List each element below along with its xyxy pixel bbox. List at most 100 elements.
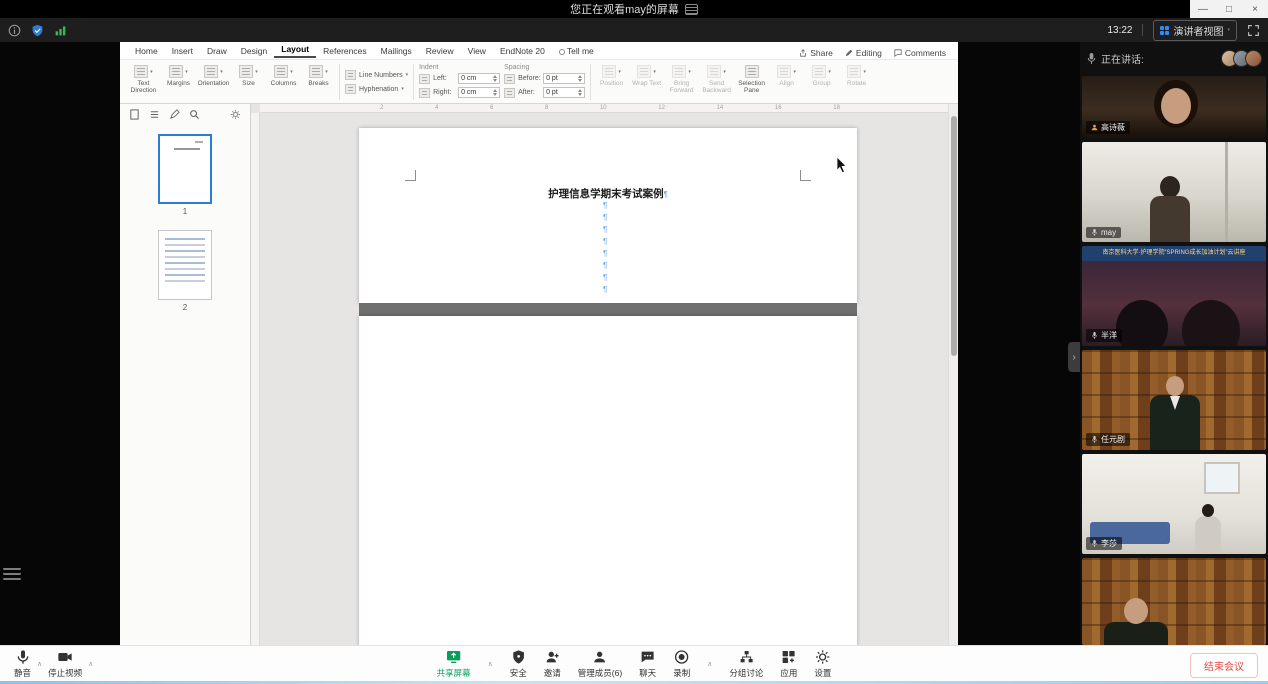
mic-icon (1091, 539, 1098, 548)
tab-view[interactable]: View (461, 44, 493, 58)
page-thumbnail-2[interactable] (158, 230, 212, 300)
share-action[interactable]: Share (799, 48, 833, 58)
rotate-button[interactable]: ▾ Rotate (839, 62, 874, 87)
breaks-icon (309, 65, 323, 78)
invite-button[interactable]: 邀请 (542, 649, 563, 679)
tab-home[interactable]: Home (128, 44, 165, 58)
spacing-after-input[interactable]: 0 pt (543, 87, 585, 98)
network-signal-icon[interactable] (54, 24, 67, 37)
video-tile[interactable]: may (1082, 142, 1266, 242)
line-numbers-button[interactable]: Line Numbers▾ (345, 70, 408, 80)
breaks-button[interactable]: ▾ Breaks (301, 62, 336, 87)
scrollbar-thumb[interactable] (951, 116, 957, 356)
stop-video-button[interactable]: 停止视频 (46, 649, 84, 679)
page-thumbnail-1[interactable] (158, 134, 212, 204)
tab-mailings[interactable]: Mailings (374, 44, 419, 58)
margins-button[interactable]: ▾ Margins (161, 62, 196, 87)
columns-button[interactable]: ▾ Columns (266, 62, 301, 87)
thumb-title-line (174, 148, 200, 150)
text-direction-button[interactable]: ▾ Text Direction (126, 62, 161, 94)
video-options-caret[interactable]: ∧ (88, 660, 93, 668)
record-button[interactable]: 录制 (671, 649, 692, 679)
security-button[interactable]: 安全 (508, 649, 529, 679)
tab-tellme[interactable]: Tell me (552, 44, 601, 58)
search-icon[interactable] (189, 109, 200, 120)
tab-references[interactable]: References (316, 44, 373, 58)
vertical-ruler[interactable] (251, 113, 260, 645)
tab-endnote[interactable]: EndNote 20 (493, 44, 552, 58)
manage-members-button[interactable]: 管理成员(6) (576, 649, 624, 679)
video-tile[interactable]: 李莎 (1082, 454, 1266, 554)
breakout-rooms-button[interactable]: 分组讨论 (727, 649, 765, 679)
view-mode-label: 演讲者视图 (1173, 23, 1223, 38)
share-options-caret[interactable]: ∧ (488, 660, 493, 668)
mic-options-caret[interactable]: ∧ (37, 660, 42, 668)
record-options-caret[interactable]: ∧ (707, 660, 712, 668)
maximize-button[interactable]: □ (1219, 4, 1239, 15)
wrap-text-button[interactable]: ▾ Wrap Text (629, 62, 664, 87)
sidebar-collapse-button[interactable]: › (1068, 342, 1080, 372)
bring-forward-button[interactable]: ▾ Bring Forward (664, 62, 699, 94)
lecture-banner: 南京医科大学·护理学院“SPRING成长加油计划”云讲座 (1082, 246, 1266, 261)
mute-button[interactable]: 静音 (12, 649, 33, 679)
document-page-2[interactable] (359, 316, 857, 645)
chat-button[interactable]: 聊天 (637, 649, 658, 679)
end-meeting-button[interactable]: 结束会议 (1190, 653, 1258, 678)
spacing-before-input[interactable]: 0 pt (543, 73, 585, 84)
video-tile[interactable] (1082, 558, 1266, 645)
view-mode-selector[interactable]: 演讲者视图 ▾ (1153, 20, 1237, 41)
minimize-button[interactable]: — (1193, 4, 1213, 15)
group-button[interactable]: ▾ Group (804, 62, 839, 87)
participant-name-badge: 李莎 (1086, 537, 1122, 550)
page-setup-group: ▾ Text Direction ▾ Margins ▾ Orientation… (126, 62, 336, 102)
comments-action[interactable]: Comments (894, 48, 946, 58)
participant-name-badge: 任元剧 (1086, 433, 1130, 446)
screen-layout-icon[interactable] (685, 4, 698, 15)
align-button[interactable]: ▾ Align (769, 62, 804, 87)
share-screen-button[interactable]: 共享屏幕 (435, 649, 473, 679)
apps-button[interactable]: 应用 (778, 649, 799, 679)
close-button[interactable]: × (1245, 4, 1265, 15)
mic-icon (1091, 331, 1098, 340)
settings-button[interactable]: 设置 (812, 649, 833, 679)
record-icon (674, 649, 690, 665)
video-tile[interactable]: 高诗薇 (1082, 76, 1266, 138)
fullscreen-icon[interactable] (1247, 24, 1260, 37)
avatar (1245, 50, 1262, 67)
document-title: 护理信息学期末考试案例¶ (359, 186, 857, 201)
tab-design[interactable]: Design (234, 44, 274, 58)
share-screen-icon (446, 649, 462, 665)
size-button[interactable]: ▾ Size (231, 62, 266, 87)
document-area[interactable]: 24 68 1012 1416 18 护理信息学期末考试案例¶ (251, 104, 958, 645)
thumbnails-panel: 1 2 (120, 104, 251, 645)
document-scrollbar[interactable] (948, 104, 958, 645)
security-shield-icon[interactable] (31, 24, 44, 37)
selection-pane-button[interactable]: Selection Pane (734, 62, 769, 94)
position-button[interactable]: ▾ Position (594, 62, 629, 87)
indent-left-input[interactable]: 0 cm (458, 73, 500, 84)
video-tile[interactable]: 南京医科大学·护理学院“SPRING成长加油计划”云讲座 半洋 (1082, 246, 1266, 346)
list-view-icon[interactable] (149, 109, 160, 120)
tab-layout[interactable]: Layout (274, 42, 316, 58)
indent-group: Indent Left: 0 cm Right: (417, 62, 502, 102)
pen-icon[interactable] (169, 109, 180, 120)
collapsed-toolbar-icon[interactable] (3, 568, 21, 580)
horizontal-ruler[interactable]: 24 68 1012 1416 18 (260, 104, 948, 113)
indent-right-input[interactable]: 0 cm (458, 87, 500, 98)
video-tile[interactable]: 任元剧 (1082, 350, 1266, 450)
comment-icon (894, 49, 902, 57)
thumb-dash (195, 141, 203, 143)
tab-review[interactable]: Review (419, 44, 461, 58)
thumb-text-lines (165, 238, 205, 286)
editing-action[interactable]: Editing (845, 48, 882, 58)
tab-insert[interactable]: Insert (165, 44, 200, 58)
tab-draw[interactable]: Draw (200, 44, 234, 58)
page-view-icon[interactable] (129, 109, 140, 120)
orientation-button[interactable]: ▾ Orientation (196, 62, 231, 87)
info-icon[interactable] (8, 24, 21, 37)
hyphenation-button[interactable]: Hyphenation▾ (345, 84, 408, 94)
meeting-window: 您正在观看may的屏幕 — □ × 13:22 (0, 0, 1268, 684)
panel-settings-icon[interactable] (230, 109, 241, 120)
send-backward-button[interactable]: ▾ Send Backward (699, 62, 734, 94)
document-page-1[interactable]: 护理信息学期末考试案例¶ ¶¶ ¶¶ ¶¶ ¶¶ (359, 128, 857, 303)
